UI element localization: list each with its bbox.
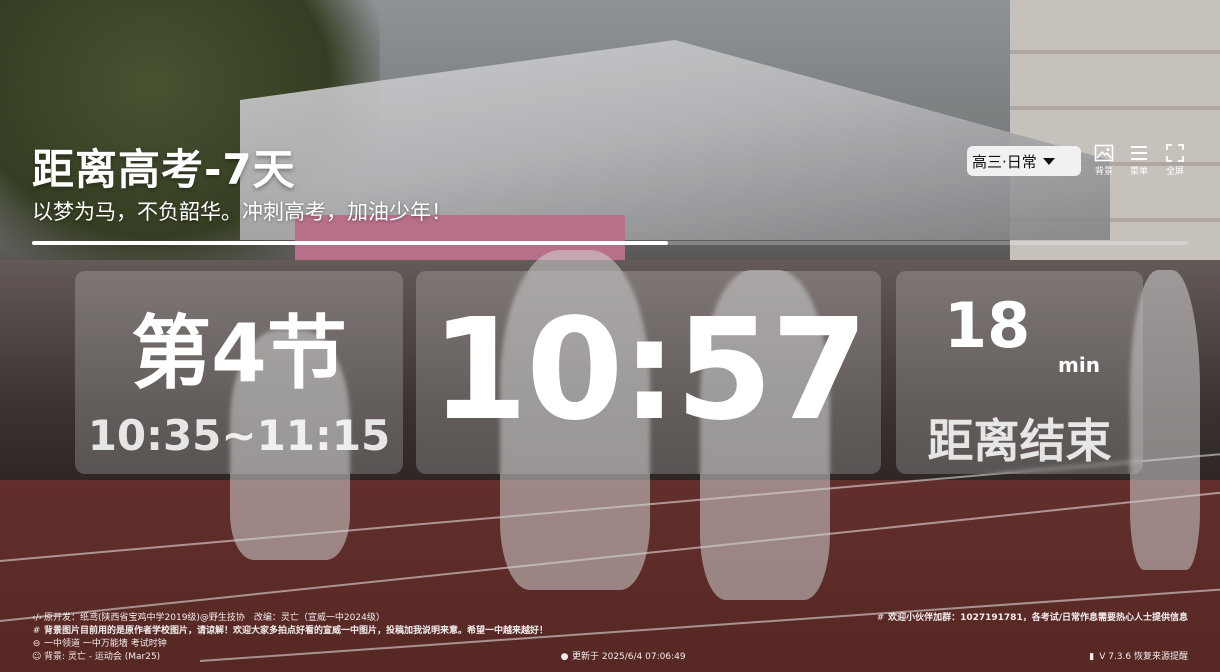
background-credit-text: 背景: 灵亡 - 运动会 (Mar25) [44,652,161,662]
background-credit-line: ☺ 背景: 灵亡 - 运动会 (Mar25) [32,651,548,664]
notice-line: # 背景图片目前用的是原作者学校图片，请谅解！欢迎大家多拍点好看的宣威一中图片，投… [32,625,548,638]
hashtag-icon: # [32,626,41,636]
slogan: 以梦为马，不负韶华。冲刺高考，加油少年！ [32,200,452,224]
progress-fill [32,241,668,245]
page-title: 距离高考-7天 [32,145,296,194]
chevron-down-icon [1042,157,1055,165]
user-icon: ☺ [32,652,42,662]
version-text: V 7.3.6 恢复来源提醒 [1099,652,1188,662]
credits-line: ‹/› 原开发：纸鸢(陕西省宝鸡中学2019级)@野生技协 改编：灵亡（宣威一中2… [32,612,548,625]
background-button-label: 背景 [1094,167,1113,177]
remaining-label: 距离结束 [927,414,1112,468]
links-text[interactable]: 一中领道 一中万能墙 考试时钟 [44,639,167,649]
footer-left: ‹/› 原开发：纸鸢(陕西省宝鸡中学2019级)@野生技协 改编：灵亡（宣威一中2… [32,612,548,664]
menu-icon [1131,146,1147,160]
remaining-unit: min [1058,353,1100,377]
current-time: 10:57 [430,289,869,452]
menu-button[interactable]: 菜单 [1123,144,1155,177]
links-line[interactable]: ⊖ 一中领道 一中万能墙 考试时钟 [32,638,548,651]
version-line[interactable]: ▮ V 7.3.6 恢复来源提醒 [1087,651,1188,664]
fullscreen-icon [1166,144,1184,162]
updated-line[interactable]: ● 更新于 2025/6/4 07:06:49 [560,651,686,664]
link-icon: ⊖ [32,639,41,649]
updated-text: 更新于 2025/6/4 07:06:49 [572,652,686,662]
background-button[interactable]: 背景 [1088,144,1120,177]
fullscreen-button-label: 全屏 [1165,167,1184,177]
remaining-minutes: 18 [944,289,1031,362]
mode-select[interactable]: 高三·日常 [967,146,1081,176]
clock-card: 10:57 [416,271,881,474]
recruit-text: 欢迎小伙伴加群：1027191781，各考试/日常作息需要热心人士提供信息 [888,613,1188,623]
period-name: 第4节 [131,307,347,400]
github-icon: ● [560,652,569,662]
remaining-time-card: 18 min 距离结束 [896,271,1143,474]
image-icon [1094,144,1114,162]
code-icon: ‹/› [32,613,43,623]
countdown-progress-bar [32,241,1188,245]
hashtag-icon: # [876,613,885,623]
period-time: 10:35~11:15 [87,411,391,460]
credits-text: 原开发：纸鸢(陕西省宝鸡中学2019级)@野生技协 改编：灵亡（宣威一中2024… [44,613,385,623]
current-period-card: 第4节 10:35~11:15 [75,271,403,474]
fullscreen-button[interactable]: 全屏 [1159,144,1191,177]
menu-button-label: 菜单 [1129,167,1148,177]
notice-text: 背景图片目前用的是原作者学校图片，请谅解！欢迎大家多拍点好看的宣威一中图片，投稿… [44,626,549,636]
file-icon: ▮ [1089,652,1095,662]
mode-select-value: 高三·日常 [972,152,1037,171]
recruit-line: # 欢迎小伙伴加群：1027191781，各考试/日常作息需要热心人士提供信息 [876,612,1188,625]
